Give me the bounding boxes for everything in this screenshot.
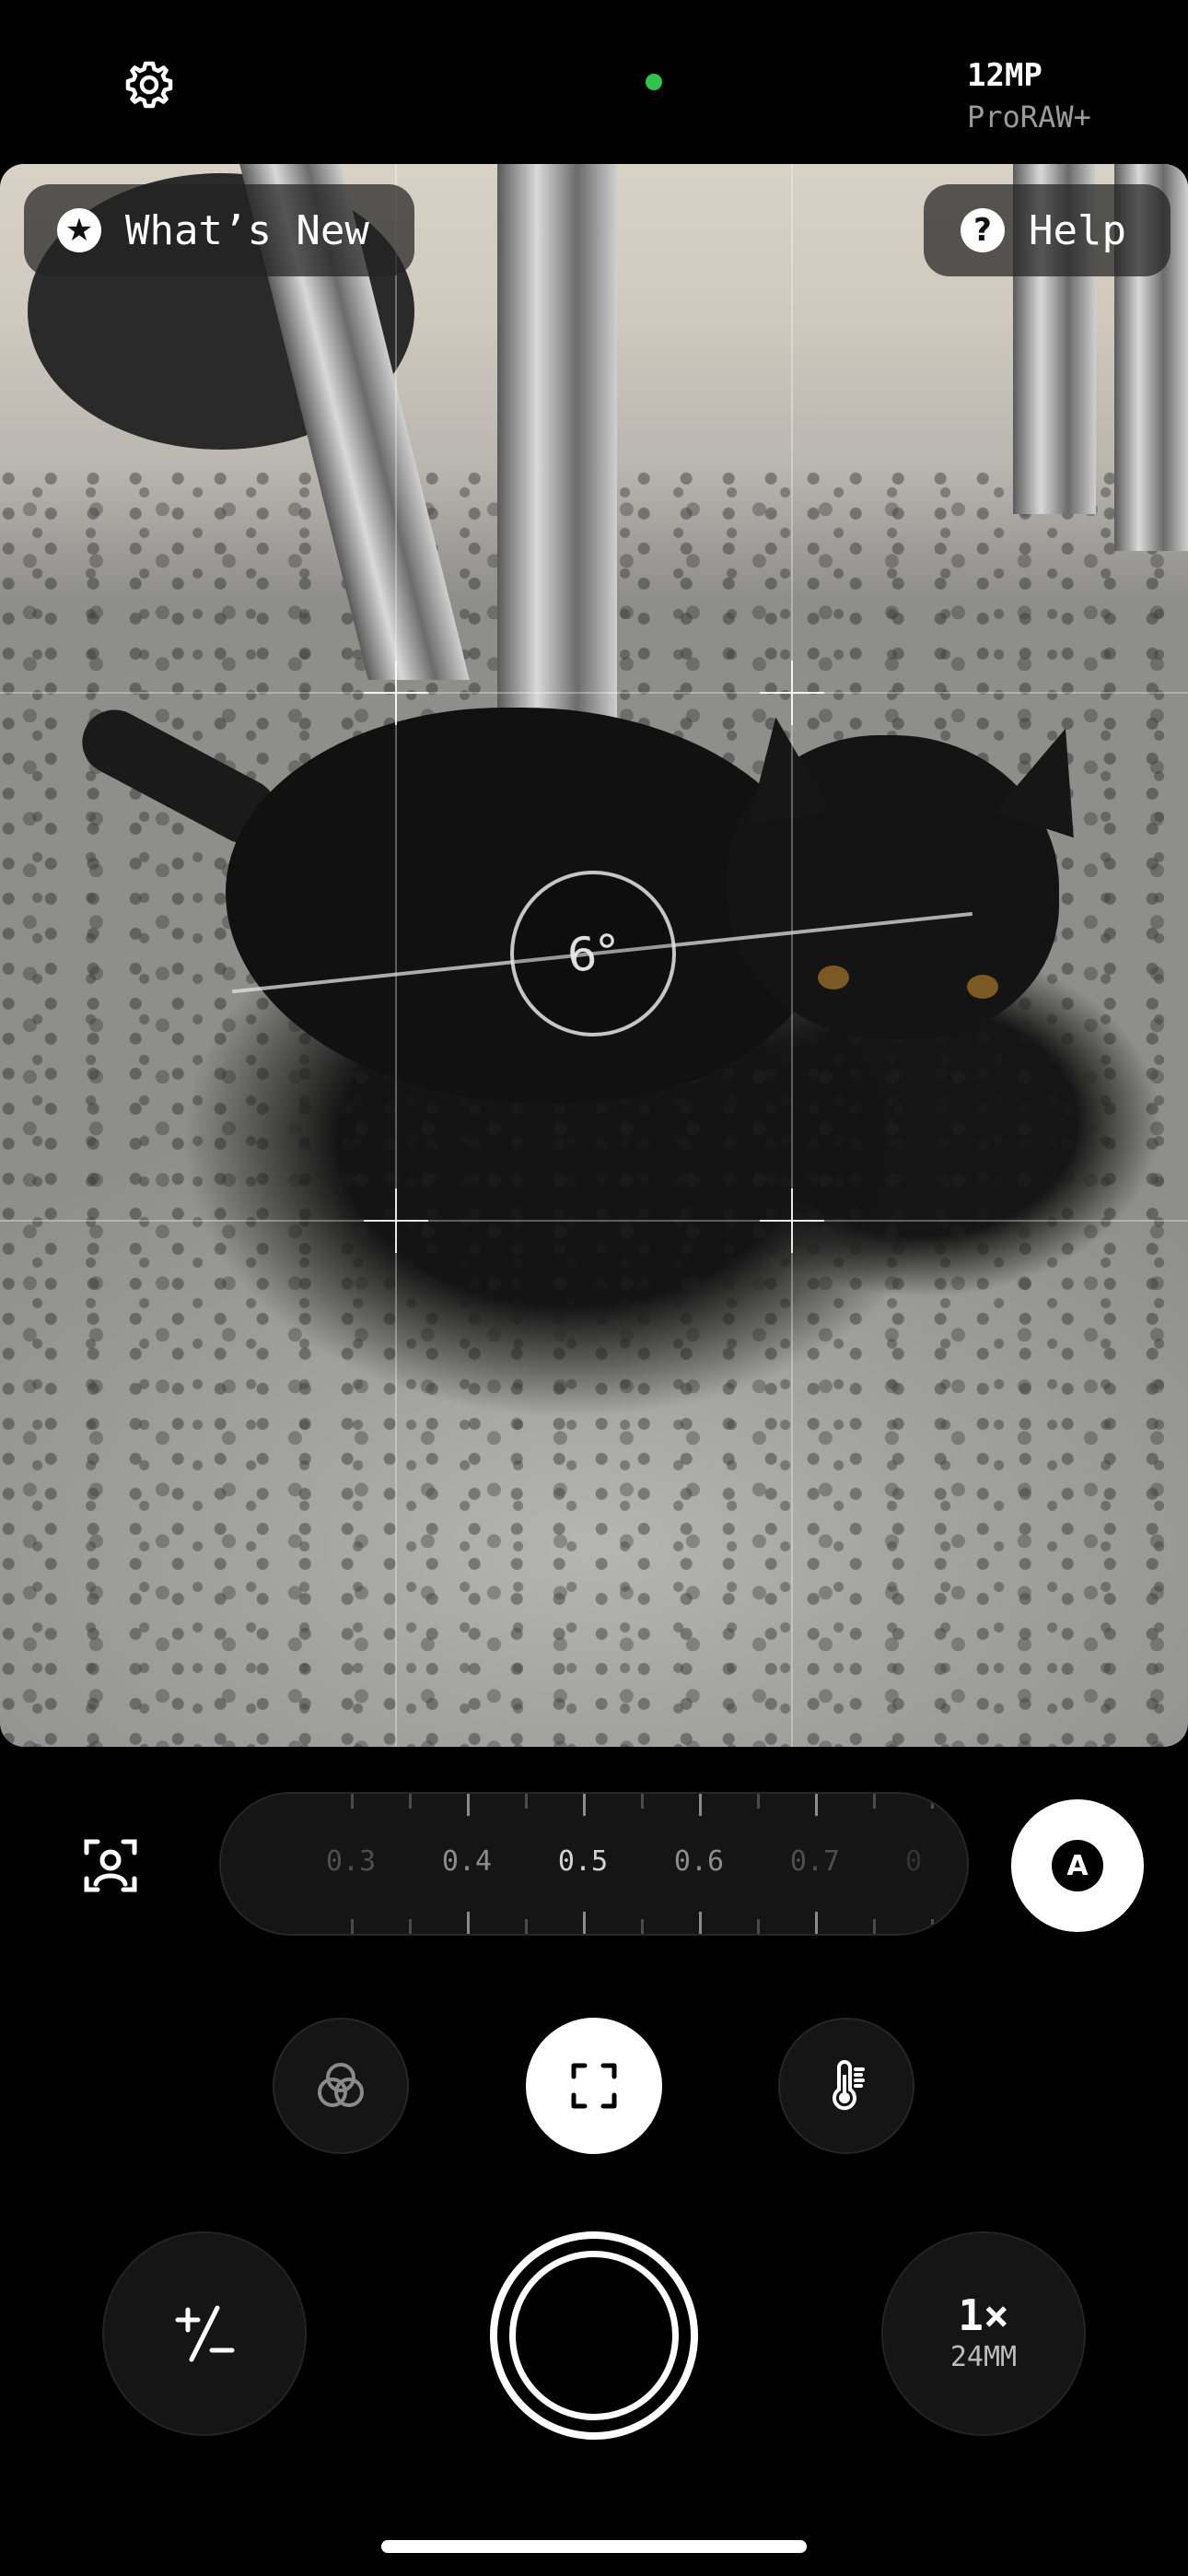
zoom-factor: 1× [958,2290,1009,2340]
focus-tick [583,1794,586,1816]
focus-scale-label: 0.6 [673,1845,725,1878]
focus-tick [873,1794,876,1809]
grid-crosshair [760,661,824,725]
auto-badge: A [1052,1840,1103,1891]
frame-corners-icon [571,2063,617,2109]
focus-scale-label: 0 [904,1845,923,1878]
focus-scale-label: 0.4 [441,1845,493,1878]
focus-tick [467,1912,470,1934]
table-leg [497,164,617,763]
help-label: Help [1029,206,1126,254]
whats-new-button[interactable]: ★ What’s New [24,184,414,276]
frame-mode-button[interactable] [526,2018,662,2154]
focus-tick [815,1912,818,1934]
plus-minus-icon [175,2305,235,2362]
recording-indicator-dot [646,74,662,90]
focus-tick [757,1794,760,1809]
face-frame-icon [84,1839,137,1892]
level-indicator: 6° [510,871,676,1036]
help-button[interactable]: ? Help [924,184,1171,276]
exposure-button[interactable] [102,2231,307,2436]
manual-focus-slider[interactable]: 0.3 0.4 0.5 0.6 0.7 0 [219,1792,969,1936]
focus-tick [409,1794,412,1809]
settings-button[interactable] [122,57,177,112]
focus-tick [873,1919,876,1934]
level-angle-text: 6° [564,924,623,983]
focus-tick [641,1919,644,1934]
focus-tick [757,1919,760,1934]
focus-scale-label-selected: 0.5 [557,1845,609,1878]
focus-scale-label: 0.3 [325,1845,377,1878]
focus-tick [931,1919,934,1934]
white-balance-button[interactable] [778,2018,914,2154]
camera-app: 12MP ProRAW+ 6° ★ What’s New ? Help 0.3 … [0,0,1188,2576]
focus-tick [931,1794,934,1809]
zoom-lens-button[interactable]: 1× 24MM [881,2231,1086,2436]
shutter-button[interactable] [490,2231,698,2440]
gear-icon [125,61,173,109]
whats-new-label: What’s New [125,206,369,254]
cat-eye [967,975,998,999]
focal-length: 24MM [949,2341,1018,2373]
focus-scale-label: 0.7 [789,1845,841,1878]
focus-tick [641,1794,644,1809]
grid-line [0,692,1188,694]
cat-ear [734,711,832,824]
filters-button[interactable] [273,2018,409,2154]
focus-tick [815,1794,818,1816]
home-indicator[interactable] [381,2540,807,2553]
thermometer-icon [833,2060,865,2111]
shutter-inner-ring [509,2251,679,2420]
face-detect-button[interactable] [74,1829,147,1903]
grid-line [395,164,397,1747]
grid-line [791,164,793,1747]
auto-focus-button[interactable]: A [1011,1799,1144,1932]
format-label[interactable]: ProRAW+ [967,100,1091,135]
focus-tick [409,1919,412,1934]
grid-crosshair [760,1188,824,1253]
star-icon: ★ [57,208,101,252]
focus-tick [351,1919,354,1934]
overlapping-circles-icon [318,2063,364,2107]
focus-tick [699,1912,702,1934]
focus-tick [699,1794,702,1816]
question-icon: ? [961,208,1005,252]
resolution-label[interactable]: 12MP [967,57,1042,94]
focus-tick [525,1794,528,1809]
focus-tick [351,1794,354,1809]
focus-tick [583,1912,586,1934]
focus-tick [467,1794,470,1816]
focus-tick [525,1919,528,1934]
grid-crosshair [364,1188,428,1253]
grid-crosshair [364,661,428,725]
grid-line [0,1220,1188,1222]
cat-eye [818,966,849,989]
